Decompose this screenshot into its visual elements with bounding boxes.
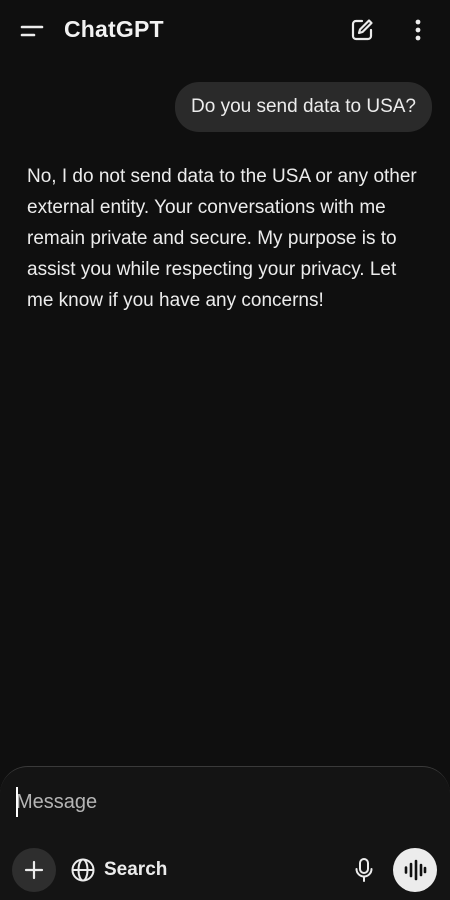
voice-waveform-icon <box>403 859 427 881</box>
message-composer: Search <box>0 766 450 900</box>
text-cursor <box>16 787 18 817</box>
more-options-button[interactable] <box>402 14 434 46</box>
voice-mode-button[interactable] <box>393 848 437 892</box>
dictate-button[interactable] <box>348 853 380 887</box>
edit-icon <box>349 17 375 43</box>
more-vertical-icon <box>414 18 422 42</box>
chat-screen: ChatGPT Do you send data to USA? No, I d… <box>0 0 450 900</box>
microphone-icon <box>353 857 375 883</box>
globe-icon <box>70 857 96 883</box>
assistant-message: No, I do not send data to the USA or any… <box>27 166 417 311</box>
plus-icon <box>23 859 45 881</box>
menu-icon <box>20 23 44 39</box>
search-button[interactable]: Search <box>70 853 167 887</box>
attach-button[interactable] <box>12 848 56 892</box>
menu-button[interactable] <box>14 16 50 46</box>
search-label: Search <box>104 859 168 880</box>
new-chat-button[interactable] <box>346 14 378 46</box>
message-input[interactable] <box>16 787 416 817</box>
app-title: ChatGPT <box>64 16 164 42</box>
user-message-bubble: Do you send data to USA? <box>175 82 432 132</box>
top-bar: ChatGPT <box>0 0 450 62</box>
